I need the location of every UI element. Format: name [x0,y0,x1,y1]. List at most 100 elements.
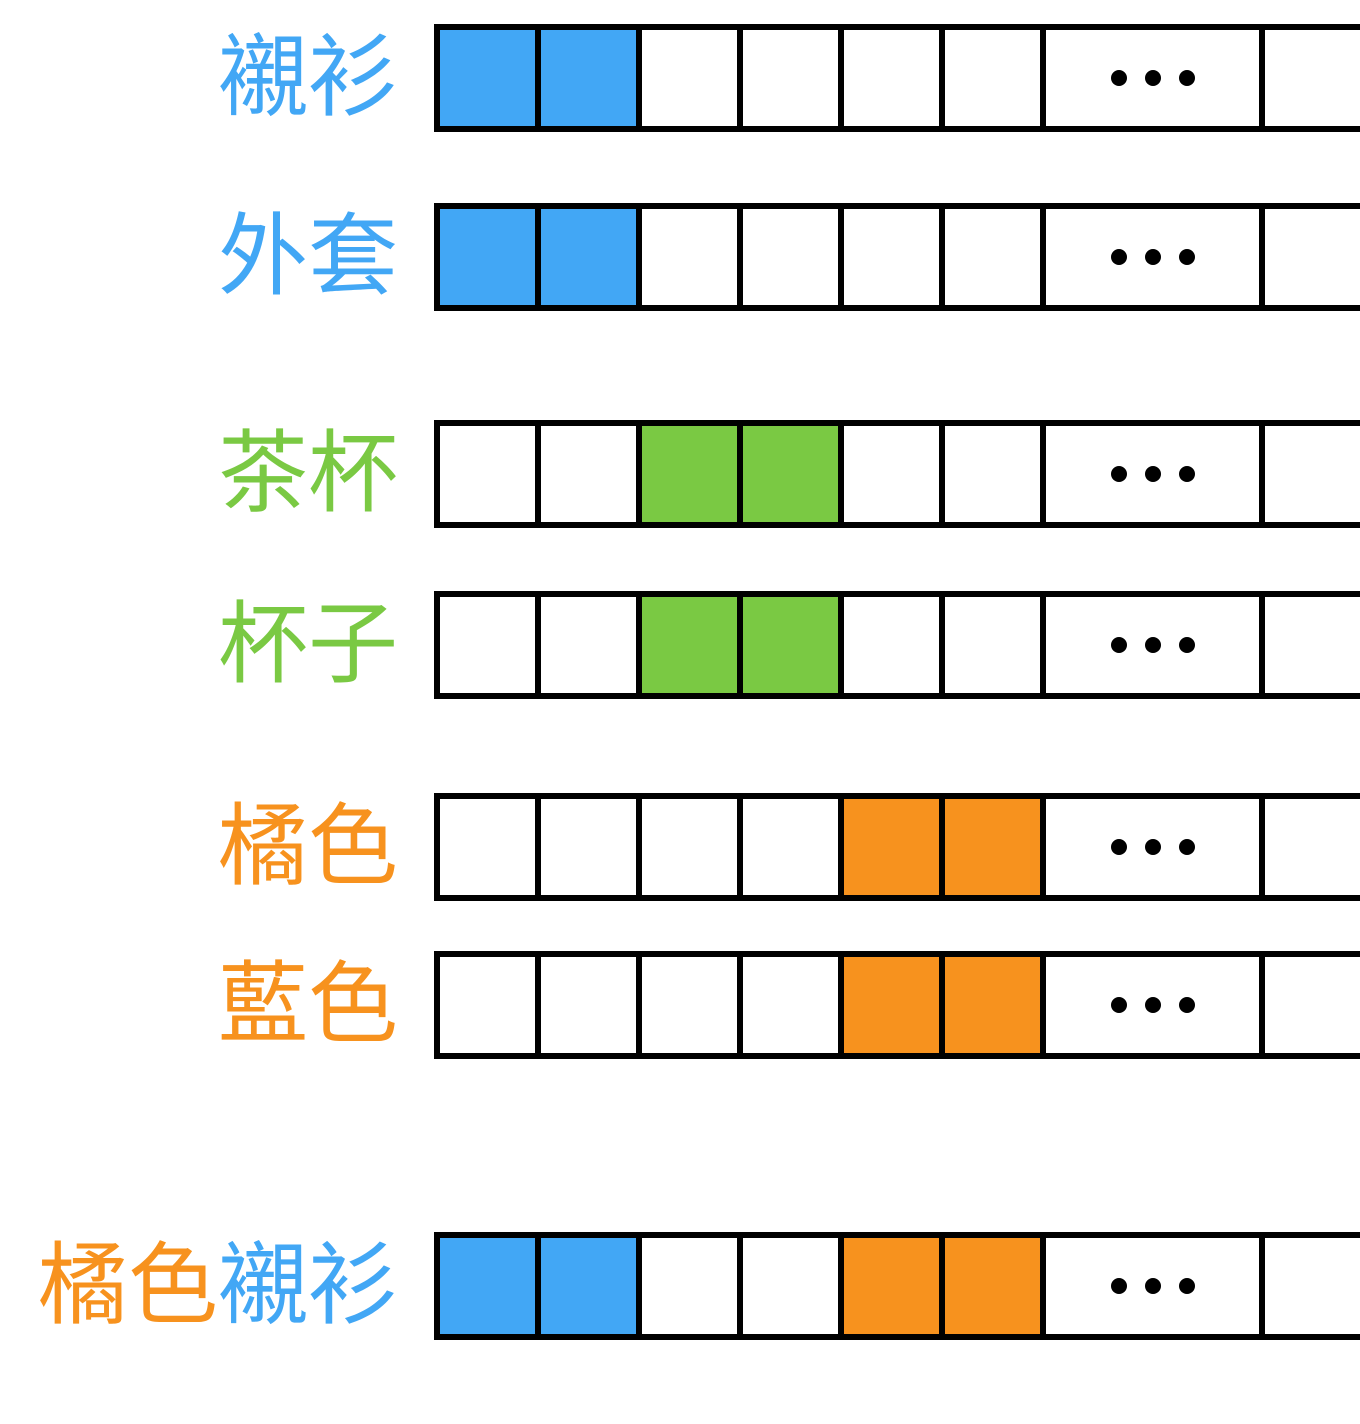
ellipsis-dot [1110,1278,1127,1294]
vector-row: 橘色 [0,793,1360,901]
ellipsis-dot [1110,466,1127,482]
vector-cell [844,799,945,895]
vector-cell [844,1238,945,1334]
vector-cell [945,1238,1046,1334]
word-label-part: 外套 [218,204,398,309]
word-label-part: 橘色 [218,794,398,899]
ellipsis-dot [1110,997,1127,1013]
ellipsis-dot [1110,839,1127,855]
vector-cell [743,30,844,126]
vector-cell [844,957,945,1053]
ellipsis-cell [1046,1238,1265,1334]
vector-cell [945,799,1046,895]
vector-cell [945,957,1046,1053]
vector-cell [844,597,945,693]
vector-cell-last [1265,30,1360,126]
vector-cell [743,957,844,1053]
word-label-part: 藍色 [218,952,398,1057]
word-label-part: 襯衫 [218,1233,398,1338]
vector-cell [541,799,642,895]
word-label: 杯子 [218,591,398,699]
word-label: 襯衫 [218,24,398,132]
vector-cell-last [1265,426,1360,522]
vector-cell [642,30,743,126]
ellipsis-dot [1178,1278,1195,1294]
vector-cell [440,597,541,693]
vector-cell [440,30,541,126]
ellipsis-dot [1110,249,1127,265]
vector-cell [541,426,642,522]
ellipsis-dot [1178,637,1195,653]
word-label-part: 襯衫 [218,25,398,130]
word-label: 茶杯 [218,420,398,528]
vector-cell [440,957,541,1053]
vector-cell-last [1265,1238,1360,1334]
vector-cell [440,799,541,895]
vector-cell [642,1238,743,1334]
vector-cell [945,597,1046,693]
vector-cell [642,957,743,1053]
vector-cell-last [1265,209,1360,305]
vector-cell [541,209,642,305]
word-label: 外套 [218,203,398,311]
vector-cell-last [1265,799,1360,895]
ellipsis-dot [1144,1278,1161,1294]
vector-row: 藍色 [0,951,1360,1059]
ellipsis-dot [1144,839,1161,855]
ellipsis-dot [1110,637,1127,653]
vector-cell [541,957,642,1053]
vector-cell [743,799,844,895]
vector-cell [743,597,844,693]
vector-cell-last [1265,957,1360,1053]
vector-strip [434,24,1360,132]
ellipsis-dot [1178,466,1195,482]
vector-cell [844,426,945,522]
ellipsis-dot [1144,466,1161,482]
vector-cell [945,209,1046,305]
ellipsis-cell [1046,597,1265,693]
word-label-part: 茶杯 [218,421,398,526]
vector-cell [642,597,743,693]
vector-cell [743,426,844,522]
vector-strip [434,951,1360,1059]
ellipsis-dot [1110,70,1127,86]
vector-cell [642,799,743,895]
vector-cell [945,426,1046,522]
vector-cell [541,30,642,126]
vector-row: 襯衫 [0,24,1360,132]
ellipsis-cell [1046,426,1265,522]
ellipsis-cell [1046,209,1265,305]
vector-row: 外套 [0,203,1360,311]
word-label: 橘色 [218,793,398,901]
ellipsis-cell [1046,957,1265,1053]
vector-cell [945,30,1046,126]
vector-cell [440,209,541,305]
vector-row: 茶杯 [0,420,1360,528]
ellipsis-dot [1144,70,1161,86]
vector-cell [440,426,541,522]
ellipsis-dot [1178,70,1195,86]
vector-row: 橘色襯衫 [0,1232,1360,1340]
vector-cell [541,597,642,693]
vector-strip [434,1232,1360,1340]
word-label-part: 橘色 [38,1233,218,1338]
vector-cell [844,30,945,126]
ellipsis-cell [1046,799,1265,895]
word-label-part: 杯子 [218,592,398,697]
vector-strip [434,420,1360,528]
ellipsis-dot [1178,249,1195,265]
ellipsis-dot [1178,839,1195,855]
ellipsis-dot [1144,249,1161,265]
vector-strip [434,203,1360,311]
ellipsis-dot [1178,997,1195,1013]
vector-cell [642,426,743,522]
vector-cell [440,1238,541,1334]
vector-cell [541,1238,642,1334]
vector-strip [434,793,1360,901]
ellipsis-dot [1144,997,1161,1013]
vector-row: 杯子 [0,591,1360,699]
vector-cell [743,1238,844,1334]
vector-cell [844,209,945,305]
word-label: 藍色 [218,951,398,1059]
word-label: 橘色襯衫 [38,1232,398,1340]
